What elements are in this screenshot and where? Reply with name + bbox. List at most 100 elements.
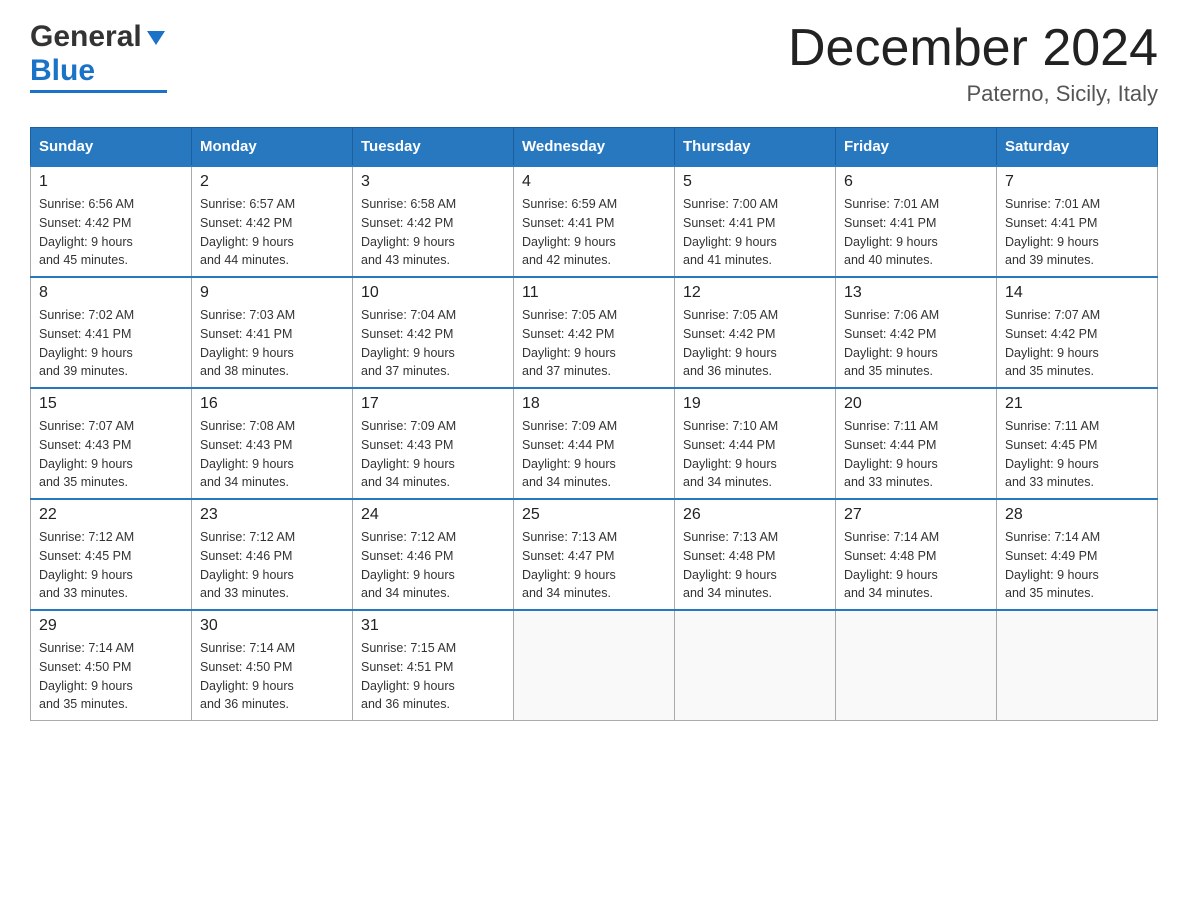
calendar-cell: 14Sunrise: 7:07 AMSunset: 4:42 PMDayligh… bbox=[997, 277, 1158, 388]
calendar-cell: 9Sunrise: 7:03 AMSunset: 4:41 PMDaylight… bbox=[192, 277, 353, 388]
day-number: 25 bbox=[522, 506, 666, 524]
day-number: 11 bbox=[522, 284, 666, 302]
calendar-week-row-1: 1 Sunrise: 6:56 AMSunset: 4:42 PMDaylight… bbox=[31, 166, 1158, 277]
calendar-cell: 25 Sunrise: 7:13 AMSunset: 4:47 PMDayligh… bbox=[514, 499, 675, 610]
day-info: Sunrise: 6:56 AMSunset: 4:42 PMDaylight:… bbox=[39, 195, 183, 270]
calendar-cell: 6 Sunrise: 7:01 AMSunset: 4:41 PMDaylight… bbox=[836, 166, 997, 277]
day-number: 4 bbox=[522, 173, 666, 191]
day-info: Sunrise: 7:09 AMSunset: 4:43 PMDaylight:… bbox=[361, 417, 505, 492]
day-number: 20 bbox=[844, 395, 988, 413]
day-number: 13 bbox=[844, 284, 988, 302]
day-info: Sunrise: 7:05 AMSunset: 4:42 PMDaylight:… bbox=[683, 306, 827, 381]
day-info: Sunrise: 7:14 AMSunset: 4:50 PMDaylight:… bbox=[39, 639, 183, 714]
day-number: 2 bbox=[200, 173, 344, 191]
calendar-table: Sunday Monday Tuesday Wednesday Thursday… bbox=[30, 127, 1158, 721]
calendar-cell: 31 Sunrise: 7:15 AMSunset: 4:51 PMDayligh… bbox=[353, 610, 514, 721]
day-number: 6 bbox=[844, 173, 988, 191]
day-info: Sunrise: 7:03 AMSunset: 4:41 PMDaylight:… bbox=[200, 306, 344, 381]
calendar-cell: 20 Sunrise: 7:11 AMSunset: 4:44 PMDayligh… bbox=[836, 388, 997, 499]
day-number: 19 bbox=[683, 395, 827, 413]
logo-general-text: General bbox=[30, 20, 142, 54]
calendar-cell: 21Sunrise: 7:11 AMSunset: 4:45 PMDayligh… bbox=[997, 388, 1158, 499]
calendar-cell: 26Sunrise: 7:13 AMSunset: 4:48 PMDayligh… bbox=[675, 499, 836, 610]
day-number: 24 bbox=[361, 506, 505, 524]
day-number: 14 bbox=[1005, 284, 1149, 302]
calendar-cell: 28 Sunrise: 7:14 AMSunset: 4:49 PMDayligh… bbox=[997, 499, 1158, 610]
col-monday: Monday bbox=[192, 128, 353, 167]
calendar-cell: 23 Sunrise: 7:12 AMSunset: 4:46 PMDayligh… bbox=[192, 499, 353, 610]
day-info: Sunrise: 7:01 AMSunset: 4:41 PMDaylight:… bbox=[844, 195, 988, 270]
month-title: December 2024 bbox=[788, 20, 1158, 77]
day-info: Sunrise: 6:57 AMSunset: 4:42 PMDaylight:… bbox=[200, 195, 344, 270]
calendar-header-row: Sunday Monday Tuesday Wednesday Thursday… bbox=[31, 128, 1158, 167]
calendar-cell: 7Sunrise: 7:01 AMSunset: 4:41 PMDaylight… bbox=[997, 166, 1158, 277]
day-info: Sunrise: 6:59 AMSunset: 4:41 PMDaylight:… bbox=[522, 195, 666, 270]
calendar-cell bbox=[514, 610, 675, 721]
day-number: 18 bbox=[522, 395, 666, 413]
day-number: 31 bbox=[361, 617, 505, 635]
day-number: 8 bbox=[39, 284, 183, 302]
calendar-cell: 8Sunrise: 7:02 AMSunset: 4:41 PMDaylight… bbox=[31, 277, 192, 388]
day-info: Sunrise: 7:07 AMSunset: 4:43 PMDaylight:… bbox=[39, 417, 183, 492]
calendar-cell: 22Sunrise: 7:12 AMSunset: 4:45 PMDayligh… bbox=[31, 499, 192, 610]
day-number: 12 bbox=[683, 284, 827, 302]
day-info: Sunrise: 7:11 AMSunset: 4:44 PMDaylight:… bbox=[844, 417, 988, 492]
calendar-cell: 29Sunrise: 7:14 AMSunset: 4:50 PMDayligh… bbox=[31, 610, 192, 721]
calendar-cell: 1 Sunrise: 6:56 AMSunset: 4:42 PMDaylight… bbox=[31, 166, 192, 277]
calendar-cell: 12 Sunrise: 7:05 AMSunset: 4:42 PMDayligh… bbox=[675, 277, 836, 388]
day-number: 23 bbox=[200, 506, 344, 524]
day-number: 10 bbox=[361, 284, 505, 302]
calendar-cell: 4 Sunrise: 6:59 AMSunset: 4:41 PMDaylight… bbox=[514, 166, 675, 277]
col-sunday: Sunday bbox=[31, 128, 192, 167]
logo-blue-text: Blue bbox=[30, 54, 95, 88]
day-number: 21 bbox=[1005, 395, 1149, 413]
calendar-cell: 30 Sunrise: 7:14 AMSunset: 4:50 PMDayligh… bbox=[192, 610, 353, 721]
calendar-cell: 17 Sunrise: 7:09 AMSunset: 4:43 PMDayligh… bbox=[353, 388, 514, 499]
day-info: Sunrise: 7:12 AMSunset: 4:46 PMDaylight:… bbox=[361, 528, 505, 603]
day-number: 17 bbox=[361, 395, 505, 413]
calendar-cell: 19 Sunrise: 7:10 AMSunset: 4:44 PMDayligh… bbox=[675, 388, 836, 499]
day-info: Sunrise: 7:12 AMSunset: 4:46 PMDaylight:… bbox=[200, 528, 344, 603]
location-text: Paterno, Sicily, Italy bbox=[788, 81, 1158, 107]
col-saturday: Saturday bbox=[997, 128, 1158, 167]
day-number: 30 bbox=[200, 617, 344, 635]
day-info: Sunrise: 7:01 AMSunset: 4:41 PMDaylight:… bbox=[1005, 195, 1149, 270]
calendar-cell: 2 Sunrise: 6:57 AMSunset: 4:42 PMDaylight… bbox=[192, 166, 353, 277]
day-number: 16 bbox=[200, 395, 344, 413]
day-info: Sunrise: 7:14 AMSunset: 4:48 PMDaylight:… bbox=[844, 528, 988, 603]
day-info: Sunrise: 7:05 AMSunset: 4:42 PMDaylight:… bbox=[522, 306, 666, 381]
day-info: Sunrise: 6:58 AMSunset: 4:42 PMDaylight:… bbox=[361, 195, 505, 270]
day-info: Sunrise: 7:13 AMSunset: 4:48 PMDaylight:… bbox=[683, 528, 827, 603]
calendar-cell: 11 Sunrise: 7:05 AMSunset: 4:42 PMDayligh… bbox=[514, 277, 675, 388]
calendar-cell: 13 Sunrise: 7:06 AMSunset: 4:42 PMDayligh… bbox=[836, 277, 997, 388]
day-info: Sunrise: 7:15 AMSunset: 4:51 PMDaylight:… bbox=[361, 639, 505, 714]
day-number: 15 bbox=[39, 395, 183, 413]
page-header: General Blue December 2024 Paterno, Sici… bbox=[30, 20, 1158, 107]
day-info: Sunrise: 7:08 AMSunset: 4:43 PMDaylight:… bbox=[200, 417, 344, 492]
calendar-cell: 18Sunrise: 7:09 AMSunset: 4:44 PMDayligh… bbox=[514, 388, 675, 499]
day-number: 22 bbox=[39, 506, 183, 524]
logo-underline bbox=[30, 90, 167, 93]
day-info: Sunrise: 7:06 AMSunset: 4:42 PMDaylight:… bbox=[844, 306, 988, 381]
day-info: Sunrise: 7:00 AMSunset: 4:41 PMDaylight:… bbox=[683, 195, 827, 270]
calendar-cell bbox=[675, 610, 836, 721]
day-info: Sunrise: 7:04 AMSunset: 4:42 PMDaylight:… bbox=[361, 306, 505, 381]
day-number: 27 bbox=[844, 506, 988, 524]
logo: General Blue bbox=[30, 20, 167, 93]
calendar-cell: 27 Sunrise: 7:14 AMSunset: 4:48 PMDayligh… bbox=[836, 499, 997, 610]
day-number: 28 bbox=[1005, 506, 1149, 524]
day-info: Sunrise: 7:14 AMSunset: 4:49 PMDaylight:… bbox=[1005, 528, 1149, 603]
col-tuesday: Tuesday bbox=[353, 128, 514, 167]
day-info: Sunrise: 7:14 AMSunset: 4:50 PMDaylight:… bbox=[200, 639, 344, 714]
calendar-cell: 24 Sunrise: 7:12 AMSunset: 4:46 PMDayligh… bbox=[353, 499, 514, 610]
calendar-week-row-2: 8Sunrise: 7:02 AMSunset: 4:41 PMDaylight… bbox=[31, 277, 1158, 388]
calendar-cell bbox=[997, 610, 1158, 721]
day-info: Sunrise: 7:10 AMSunset: 4:44 PMDaylight:… bbox=[683, 417, 827, 492]
col-wednesday: Wednesday bbox=[514, 128, 675, 167]
calendar-cell bbox=[836, 610, 997, 721]
day-info: Sunrise: 7:13 AMSunset: 4:47 PMDaylight:… bbox=[522, 528, 666, 603]
calendar-week-row-5: 29Sunrise: 7:14 AMSunset: 4:50 PMDayligh… bbox=[31, 610, 1158, 721]
logo-triangle-icon bbox=[145, 27, 167, 49]
day-number: 1 bbox=[39, 173, 183, 191]
calendar-cell: 3Sunrise: 6:58 AMSunset: 4:42 PMDaylight… bbox=[353, 166, 514, 277]
